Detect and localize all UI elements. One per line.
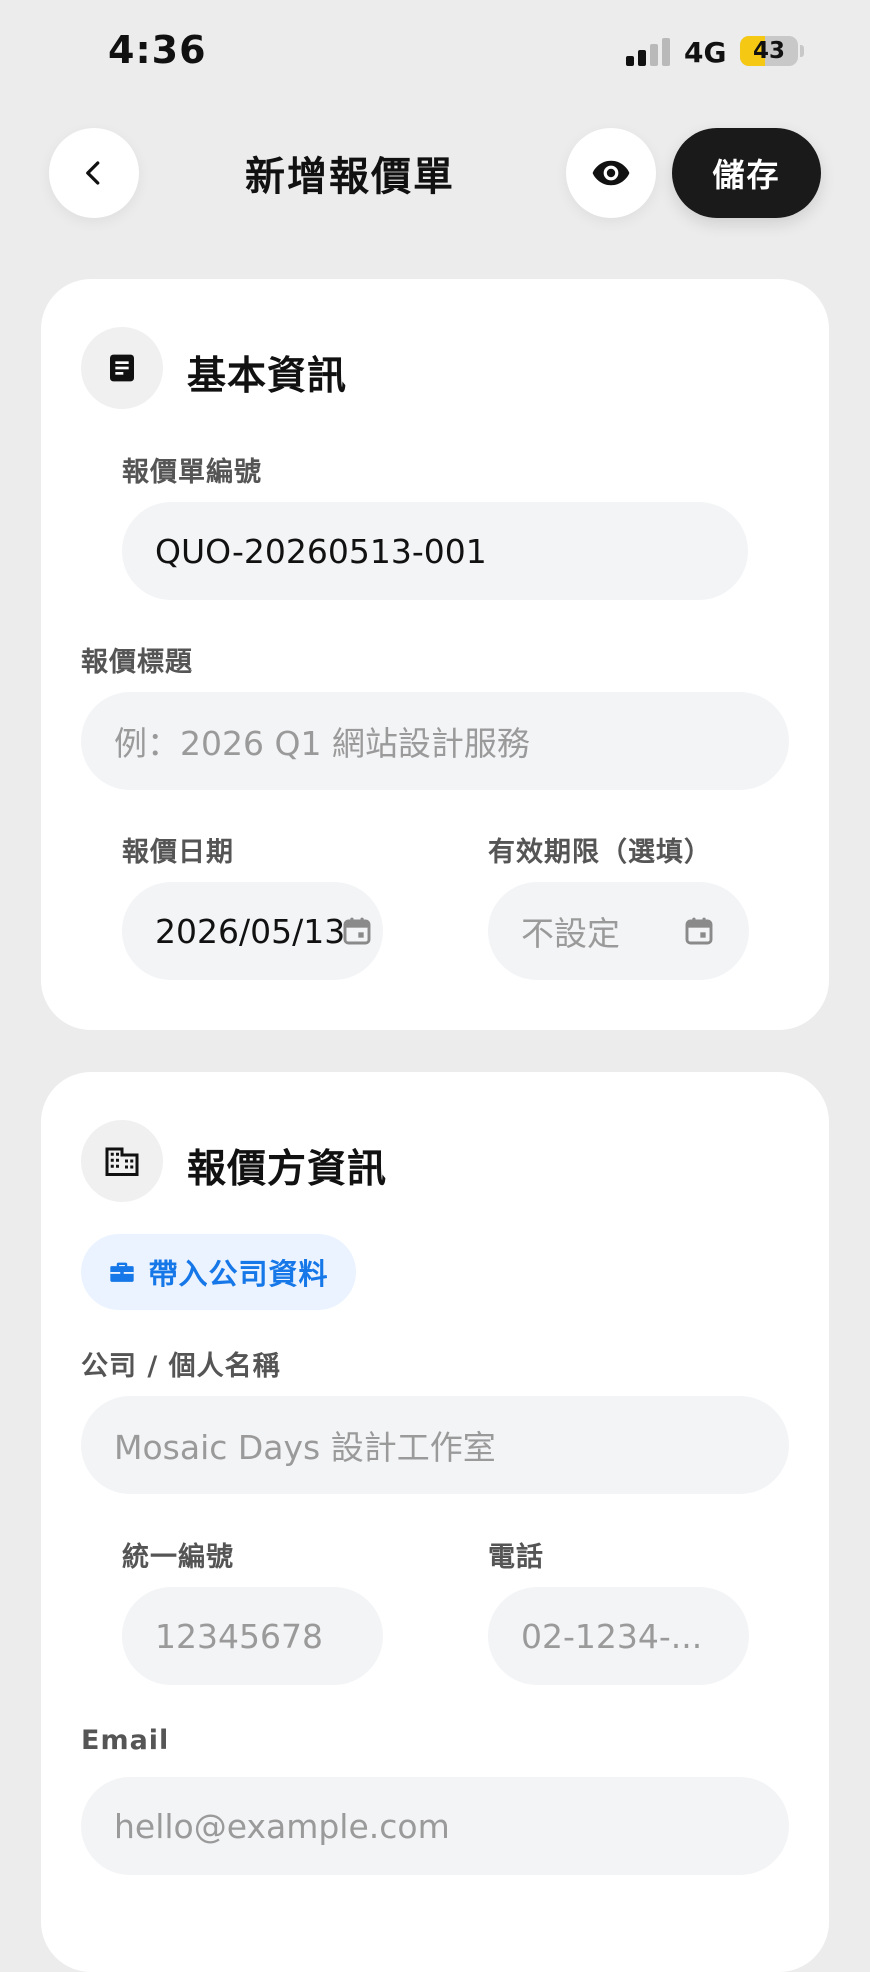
email-input[interactable]: hello@example.com <box>81 1777 789 1875</box>
email-placeholder: hello@example.com <box>114 1806 450 1846</box>
phone-input[interactable]: 02-1234-... <box>488 1587 749 1685</box>
quote-number-input[interactable]: QUO-20260513-001 <box>122 502 748 600</box>
calendar-icon <box>343 917 371 945</box>
network-label: 4G <box>684 36 727 69</box>
valid-until-input[interactable]: 不設定 <box>488 882 749 980</box>
save-button[interactable]: 儲存 <box>672 128 821 218</box>
phone-placeholder: 02-1234-... <box>521 1616 703 1656</box>
chevron-left-icon <box>86 161 100 185</box>
section-title-basic-info: 基本資訊 <box>187 354 348 399</box>
quote-number-value: QUO-20260513-001 <box>155 531 487 571</box>
email-label: Email <box>81 1725 170 1756</box>
company-name-label: 公司 / 個人名稱 <box>81 1351 281 1382</box>
phone-label: 電話 <box>488 1542 544 1573</box>
document-glyph <box>110 354 134 382</box>
company-name-placeholder: Mosaic Days 設計工作室 <box>114 1428 496 1467</box>
valid-until-label: 有效期限（選填） <box>488 837 712 868</box>
import-company-button[interactable]: 帶入公司資料 <box>81 1234 356 1310</box>
import-company-label: 帶入公司資料 <box>148 1257 329 1291</box>
status-bar: 4:36 4G 43 <box>0 0 870 100</box>
quote-date-input[interactable]: 2026/05/13 <box>122 882 383 980</box>
document-icon <box>81 327 163 409</box>
basic-info-card: 基本資訊 報價單編號 QUO-20260513-001 報價標題 例：2026 … <box>41 279 829 1030</box>
battery-tip <box>800 45 804 57</box>
battery-level: 43 <box>752 38 785 64</box>
preview-button[interactable] <box>566 128 656 218</box>
calendar-icon <box>685 917 713 945</box>
building-glyph <box>105 1147 139 1176</box>
tax-id-input[interactable]: 12345678 <box>122 1587 383 1685</box>
quote-date-value: 2026/05/13 <box>155 911 346 951</box>
eye-icon <box>592 160 630 186</box>
quote-title-input[interactable]: 例：2026 Q1 網站設計服務 <box>81 692 789 790</box>
quote-date-label: 報價日期 <box>122 837 234 868</box>
tax-id-placeholder: 12345678 <box>155 1616 323 1656</box>
issuer-info-card: 報價方資訊 帶入公司資料 公司 / 個人名稱 Mosaic Days 設計工作室… <box>41 1072 829 1972</box>
quote-number-label: 報價單編號 <box>122 457 262 488</box>
building-icon <box>81 1120 163 1202</box>
quote-title-placeholder: 例：2026 Q1 網站設計服務 <box>114 724 530 763</box>
battery-icon: 43 <box>740 36 798 66</box>
company-name-input[interactable]: Mosaic Days 設計工作室 <box>81 1396 789 1494</box>
page-title: 新增報價單 <box>245 154 455 200</box>
back-button[interactable] <box>49 128 139 218</box>
status-time: 4:36 <box>108 28 207 72</box>
quote-title-label: 報價標題 <box>81 647 193 678</box>
tax-id-label: 統一編號 <box>122 1542 234 1573</box>
briefcase-icon <box>110 1262 135 1282</box>
signal-icon <box>626 36 672 66</box>
section-title-issuer-info: 報價方資訊 <box>187 1147 388 1192</box>
valid-until-placeholder: 不設定 <box>521 914 620 953</box>
